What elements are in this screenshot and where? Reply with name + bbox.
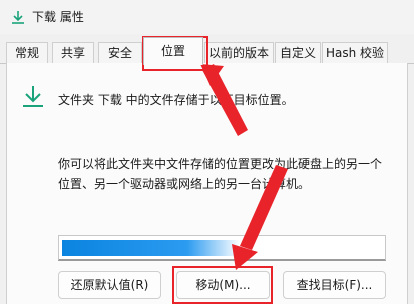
tab-sharing[interactable]: 共享: [52, 42, 94, 64]
tab-location[interactable]: 位置: [143, 37, 203, 65]
window-title: 下载 属性: [32, 10, 84, 24]
download-arrow-icon: [23, 86, 43, 107]
restore-default-button[interactable]: 还原默认值(R): [58, 271, 161, 299]
tab-customize[interactable]: 自定义: [275, 42, 321, 64]
tab-general[interactable]: 常规: [6, 42, 48, 64]
button-highlight-box: [172, 266, 273, 304]
location-description: 文件夹 下载 中的文件存储于以下目标位置。: [58, 93, 294, 107]
info-text-line2: 位置、另一个驱动器或网络上的另一台计算机。: [58, 177, 311, 191]
tab-previous-versions[interactable]: 以前的版本: [204, 42, 274, 64]
title-bar: 下载 属性: [0, 0, 414, 34]
info-text-line1: 你可以将此文件夹中文件存储的位置更改为此硬盘上的另一个: [58, 157, 383, 171]
download-folder-icon: [12, 11, 24, 24]
path-redaction: [62, 240, 240, 256]
tab-security[interactable]: 安全: [98, 42, 142, 64]
tab-hash-check[interactable]: Hash 校验: [322, 42, 388, 64]
find-target-button[interactable]: 查找目标(F)...: [283, 271, 386, 299]
